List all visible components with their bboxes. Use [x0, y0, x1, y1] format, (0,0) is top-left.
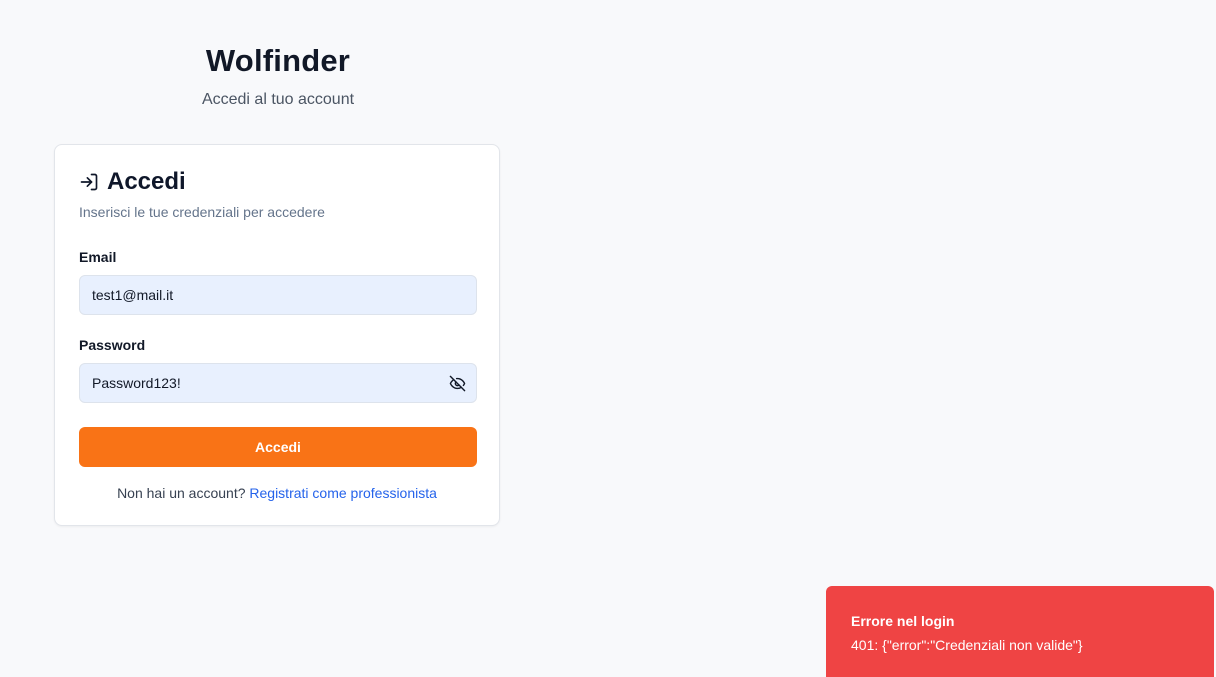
toast-title: Errore nel login: [851, 613, 955, 629]
app-subtitle: Accedi al tuo account: [201, 91, 355, 108]
register-prompt-text: Non hai un account?: [117, 485, 246, 501]
app-title: Wolfinder: [205, 43, 351, 78]
brand-header: Wolfinder Accedi al tuo account: [54, 40, 502, 110]
email-field-wrapper: [79, 275, 477, 315]
eye-off-icon[interactable]: [448, 374, 466, 392]
password-field[interactable]: [80, 364, 476, 402]
password-field-wrapper: [79, 363, 477, 403]
register-link[interactable]: Registrati come professionista: [249, 485, 437, 501]
card-description: Inserisci le tue credenziali per acceder…: [79, 204, 325, 220]
card-header: Accedi Inserisci le tue credenziali per …: [79, 167, 475, 220]
login-card: Accedi Inserisci le tue credenziali per …: [54, 144, 500, 526]
email-field[interactable]: [80, 276, 476, 314]
card-title: Accedi: [107, 168, 186, 195]
login-icon: [79, 172, 99, 192]
error-toast: Errore nel login 401: {"error":"Credenzi…: [826, 586, 1214, 677]
card-title-row: Accedi: [79, 167, 475, 197]
password-label: Password: [79, 337, 146, 353]
register-prompt: Non hai un account? Registrati come prof…: [55, 485, 499, 501]
submit-login-button[interactable]: Accedi: [79, 427, 477, 467]
email-label: Email: [79, 249, 117, 265]
toast-message: 401: {"error":"Credenziali non valide"}: [851, 637, 1083, 653]
